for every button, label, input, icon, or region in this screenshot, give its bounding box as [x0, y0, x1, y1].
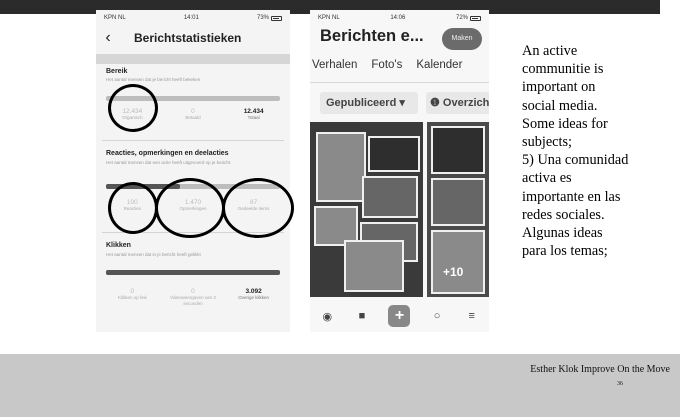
header-divider	[96, 54, 290, 64]
stat-total: 12.434 Totaal	[243, 108, 264, 120]
time-label: 14:01	[183, 15, 199, 21]
section-divider	[102, 140, 284, 141]
highlight-circle	[222, 178, 294, 238]
footer-author: Esther Klok Improve On the Move	[530, 364, 670, 375]
tab-photos[interactable]: Foto's	[371, 59, 402, 71]
reacties-title: Reacties, opmerkingen en deelacties	[106, 150, 229, 157]
chevron-left-icon[interactable]: ‹	[96, 29, 120, 47]
screen-header: ‹ Berichtstatistieken	[96, 26, 290, 50]
stat-other-clicks: 3.092 Overige klikken	[238, 288, 270, 300]
battery-icon	[470, 15, 481, 21]
info-icon: ❶	[430, 97, 443, 109]
page-number: 36	[617, 381, 623, 387]
klikken-bar-fill	[106, 270, 280, 275]
time-label: 14:06	[390, 15, 406, 21]
highlight-circle	[108, 84, 158, 132]
post-photo-thumbnails[interactable]: +10	[427, 122, 489, 297]
add-icon[interactable]: +	[388, 305, 411, 327]
status-bar: KPN NL 14:06 72%	[310, 10, 489, 26]
menu-icon[interactable]: ≡	[464, 308, 480, 324]
posts-overview-screenshot: KPN NL 14:06 72% Berichten e... Maken Ve…	[310, 10, 489, 332]
bereik-title: Bereik	[106, 68, 128, 75]
highlight-circle	[108, 182, 158, 234]
carrier-label: KPN NL	[318, 15, 340, 21]
highlight-circle	[155, 178, 225, 238]
slide-footer: Esther Klok Improve On the Move 36	[0, 354, 680, 417]
battery-icon	[271, 15, 282, 21]
published-filter-dropdown[interactable]: Gepubliceerd ▾	[320, 92, 418, 114]
post-statistics-screenshot: KPN NL 14:01 73% ‹ Berichtstatistieken B…	[96, 10, 290, 332]
bottom-navigation: ◉ ■ + ○ ≡	[310, 300, 489, 332]
klikken-title: Klikken	[106, 242, 131, 249]
tab-stories[interactable]: Verhalen	[312, 59, 357, 71]
stat-video-views: 0 Videoweergaven van 3 seconden	[170, 288, 216, 306]
presentation-slide: KPN NL 14:01 73% ‹ Berichtstatistieken B…	[0, 0, 680, 417]
reacties-subtitle: Het aantal mensen dat een actie heeft ui…	[106, 160, 232, 165]
more-photos-count: +10	[443, 265, 464, 279]
klikken-subtitle: Het aantal mensen dat in je bericht heef…	[106, 252, 201, 257]
tab-bar: Verhalen Foto's Kalender	[310, 59, 489, 71]
tab-calendar[interactable]: Kalender	[416, 59, 462, 71]
chat-icon[interactable]: ○	[429, 308, 445, 324]
bereik-subtitle: Het aantal mensen dat je bericht heeft b…	[106, 77, 201, 82]
battery-label: 72%	[455, 15, 468, 21]
stat-paid: 0 Betaald	[185, 108, 201, 120]
carrier-label: KPN NL	[104, 15, 126, 21]
pages-icon[interactable]: ■	[354, 308, 370, 324]
status-bar: KPN NL 14:01 73%	[96, 10, 290, 26]
klikken-stats: 0 Klikken op link 0 Videoweergaven van 3 s…	[102, 288, 284, 307]
stat-link-clicks: 0 Klikken op link	[117, 288, 147, 300]
home-icon[interactable]: ◉	[319, 308, 335, 324]
page-title: Berichtstatistieken	[134, 31, 242, 45]
create-button[interactable]: Maken	[442, 28, 482, 50]
overview-button[interactable]: ❶ Overzicht	[426, 92, 489, 114]
post-photo-collage[interactable]	[310, 122, 423, 297]
tab-divider	[310, 82, 489, 83]
page-title: Berichten e...	[320, 27, 424, 45]
slide-body-text: An active communitie is important on soc…	[522, 43, 629, 260]
battery-label: 73%	[256, 15, 269, 21]
